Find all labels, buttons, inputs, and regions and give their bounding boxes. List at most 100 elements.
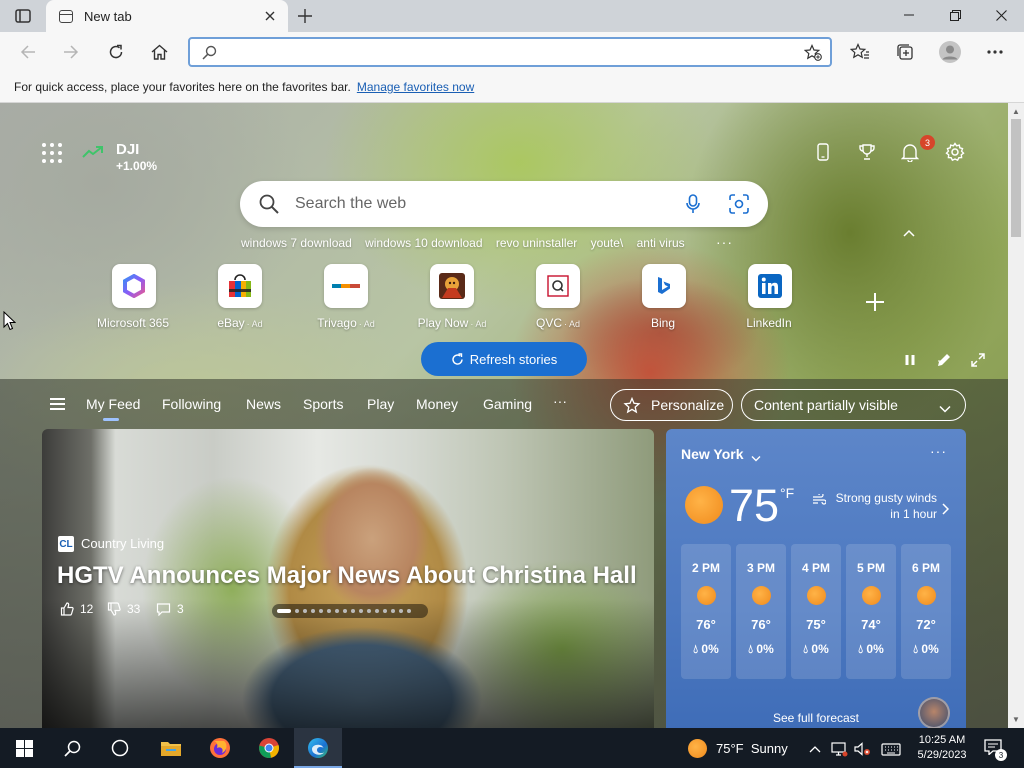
taskbar-search-icon[interactable] xyxy=(48,728,96,768)
network-icon[interactable] xyxy=(830,740,848,758)
show-hidden-icons-chevron-up-icon[interactable] xyxy=(806,740,824,758)
carousel-dot[interactable] xyxy=(367,609,371,613)
hourly-forecast[interactable]: 2 PM 76° 💧︎ 0% xyxy=(681,544,731,679)
temperature-unit[interactable]: °F xyxy=(780,485,794,501)
start-button[interactable] xyxy=(0,728,48,768)
carousel-dot[interactable] xyxy=(407,609,411,613)
tab-gaming[interactable]: Gaming xyxy=(483,396,532,412)
favorites-button[interactable] xyxy=(844,36,876,68)
carousel-dot[interactable] xyxy=(295,609,299,613)
personalize-button[interactable]: Personalize xyxy=(610,389,733,421)
back-button[interactable] xyxy=(12,36,44,68)
tab-money[interactable]: Money xyxy=(416,396,458,412)
carousel-dot[interactable] xyxy=(359,609,363,613)
article-headline[interactable]: HGTV Announces Major News About Christin… xyxy=(57,562,637,590)
weather-city[interactable]: New York xyxy=(681,446,744,462)
task-view-icon[interactable] xyxy=(96,728,144,768)
hourly-forecast[interactable]: 4 PM 75° 💧︎ 0% xyxy=(791,544,841,679)
firefox-icon[interactable] xyxy=(196,728,244,768)
trending-search-item[interactable]: anti virus xyxy=(637,236,685,250)
carousel-dot[interactable] xyxy=(383,609,387,613)
chevron-right-icon[interactable] xyxy=(942,502,950,520)
weather-card[interactable]: New York ··· 75 °F Strong gusty winds in… xyxy=(666,429,966,728)
trending-search-item[interactable]: windows 7 download xyxy=(241,236,352,250)
tray-weather-sunny-icon[interactable] xyxy=(688,739,707,758)
visual-search-icon[interactable] xyxy=(729,194,749,219)
system-clock[interactable]: 10:25 AM 5/29/2023 xyxy=(914,733,970,763)
trending-search-item[interactable]: youte\ xyxy=(591,236,624,250)
weather-alert[interactable]: Strong gusty winds in 1 hour xyxy=(829,490,937,522)
carousel-dot[interactable] xyxy=(319,609,323,613)
manage-favorites-link[interactable]: Manage favorites now xyxy=(357,80,474,94)
keyboard-icon[interactable] xyxy=(880,740,902,758)
add-quick-link-icon[interactable] xyxy=(864,291,886,313)
address-input[interactable] xyxy=(230,42,780,62)
restore-button[interactable] xyxy=(932,0,978,30)
more-tabs-button[interactable]: ··· xyxy=(553,393,567,409)
carousel-dot[interactable] xyxy=(375,609,379,613)
quick-link-microsoft365[interactable]: Microsoft 365 xyxy=(89,264,179,330)
dislike-button[interactable]: 33 xyxy=(107,602,140,616)
content-visibility-dropdown[interactable]: Content partially visible xyxy=(741,389,966,421)
carousel-dot[interactable] xyxy=(327,609,331,613)
carousel-dot[interactable] xyxy=(303,609,307,613)
trending-search-item[interactable]: windows 10 download xyxy=(365,236,482,250)
quick-link-bing[interactable]: Bing xyxy=(619,264,709,330)
carousel-dot[interactable] xyxy=(335,609,339,613)
scroll-down-icon[interactable]: ▼ xyxy=(1011,714,1021,724)
scroll-up-icon[interactable]: ▲ xyxy=(1011,106,1021,116)
quick-link-trivago[interactable]: Trivago · Ad xyxy=(301,264,391,330)
tab-actions-icon[interactable] xyxy=(10,6,36,26)
menu-hamburger-icon[interactable] xyxy=(50,398,65,410)
quick-link-qvc[interactable]: QVC · Ad xyxy=(513,264,603,330)
refresh-stories-button[interactable]: Refresh stories xyxy=(421,342,587,376)
tab-play[interactable]: Play xyxy=(367,396,394,412)
phone-icon[interactable] xyxy=(810,139,836,165)
close-window-button[interactable] xyxy=(978,0,1024,30)
add-favorite-icon[interactable] xyxy=(802,42,824,62)
scrollbar-thumb[interactable] xyxy=(1011,119,1021,237)
trending-more-button[interactable]: ··· xyxy=(716,234,733,250)
home-button[interactable] xyxy=(143,36,175,68)
tab-my-feed[interactable]: My Feed xyxy=(86,396,140,412)
tab-sports[interactable]: Sports xyxy=(303,396,343,412)
quick-link-ebay[interactable]: eBay · Ad xyxy=(195,264,285,330)
microphone-icon[interactable] xyxy=(686,194,700,219)
profile-avatar[interactable] xyxy=(934,36,966,68)
rewards-trophy-icon[interactable] xyxy=(854,139,880,165)
chevron-up-icon[interactable] xyxy=(900,224,918,242)
forward-button[interactable] xyxy=(55,36,87,68)
carousel-dot[interactable] xyxy=(351,609,355,613)
tab-news[interactable]: News xyxy=(246,396,281,412)
chevron-down-icon[interactable] xyxy=(751,449,761,467)
browser-tab[interactable]: New tab xyxy=(46,0,288,32)
pause-background-icon[interactable] xyxy=(901,351,919,369)
hourly-forecast[interactable]: 3 PM 76° 💧︎ 0% xyxy=(736,544,786,679)
like-button[interactable]: 12 xyxy=(60,602,93,616)
volume-muted-icon[interactable] xyxy=(853,740,871,758)
minimize-button[interactable] xyxy=(886,0,932,30)
chrome-icon[interactable] xyxy=(245,728,293,768)
settings-more-button[interactable] xyxy=(979,36,1011,68)
comments-button[interactable]: 3 xyxy=(156,602,184,616)
address-bar[interactable] xyxy=(188,37,832,67)
apps-launcher-icon[interactable] xyxy=(40,141,64,165)
tray-weather[interactable]: 75°F Sunny xyxy=(716,741,788,756)
expand-background-icon[interactable] xyxy=(969,351,987,369)
edit-background-icon[interactable] xyxy=(935,351,953,369)
edge-icon[interactable] xyxy=(294,728,342,768)
new-tab-button[interactable] xyxy=(292,4,318,28)
carousel-indicator[interactable] xyxy=(272,604,428,618)
weather-assistant-avatar[interactable] xyxy=(918,697,950,728)
refresh-button[interactable] xyxy=(100,36,132,68)
carousel-dot[interactable] xyxy=(343,609,347,613)
carousel-dot[interactable] xyxy=(311,609,315,613)
weather-more-button[interactable]: ··· xyxy=(930,443,947,459)
tab-following[interactable]: Following xyxy=(162,396,221,412)
file-explorer-icon[interactable] xyxy=(147,728,195,768)
trending-search-item[interactable]: revo uninstaller xyxy=(496,236,577,250)
hourly-forecast[interactable]: 6 PM 72° 💧︎ 0% xyxy=(901,544,951,679)
source-name[interactable]: Country Living xyxy=(81,536,164,551)
tab-close-icon[interactable] xyxy=(258,4,282,28)
web-search-box[interactable]: Search the web xyxy=(240,181,768,227)
